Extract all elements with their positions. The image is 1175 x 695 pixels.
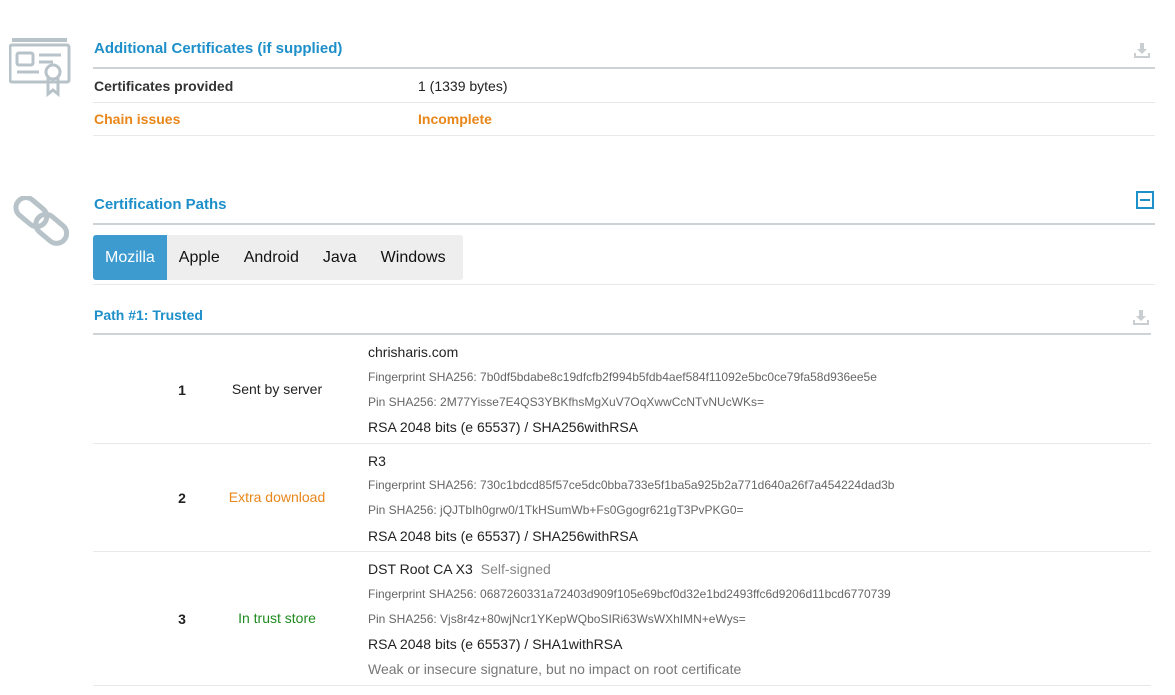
cert-status: Extra download bbox=[228, 489, 326, 505]
collapse-icon[interactable] bbox=[1136, 191, 1154, 209]
cert-status: Sent by server bbox=[231, 381, 323, 397]
chain-issues-label: Chain issues bbox=[94, 111, 181, 127]
path-title: Path #1: Trusted bbox=[94, 307, 203, 323]
cert-pin: Pin SHA256: jQJTbIh0grw0/1TkHSumWb+Fs0Gg… bbox=[368, 503, 744, 517]
cert-subject-line: DST Root CA X3 Self-signed bbox=[368, 561, 551, 577]
cert-fingerprint: Fingerprint SHA256: 7b0df5bdabe8c19dfcfb… bbox=[368, 370, 877, 384]
cert-key-info: RSA 2048 bits (e 65537) / SHA1withRSA bbox=[368, 636, 623, 652]
tabs-divider bbox=[93, 284, 1155, 285]
cert-subject: DST Root CA X3 bbox=[368, 561, 473, 577]
certificates-provided-value: 1 (1339 bytes) bbox=[418, 78, 508, 94]
certificates-provided-label: Certificates provided bbox=[94, 78, 234, 94]
chain-link-icon bbox=[13, 196, 70, 246]
chain-issues-value: Incomplete bbox=[418, 111, 492, 127]
tab-windows[interactable]: Windows bbox=[369, 235, 458, 280]
section-title-additional-certificates: Additional Certificates (if supplied) bbox=[94, 40, 343, 57]
cert-number: 3 bbox=[178, 611, 186, 627]
self-signed-badge: Self-signed bbox=[480, 561, 551, 577]
row-divider bbox=[93, 443, 1151, 444]
tab-mozilla[interactable]: Mozilla bbox=[93, 235, 167, 280]
cert-number: 2 bbox=[178, 490, 186, 506]
cert-key-info: RSA 2048 bits (e 65537) / SHA256withRSA bbox=[368, 419, 639, 435]
cert-fingerprint: Fingerprint SHA256: 0687260331a72403d909… bbox=[368, 587, 891, 601]
tab-java[interactable]: Java bbox=[311, 235, 369, 280]
path-divider bbox=[93, 333, 1151, 335]
tab-android[interactable]: Android bbox=[232, 235, 311, 280]
cert-pin: Pin SHA256: Vjs8r4z+80wjNcr1YKepWQboSIRi… bbox=[368, 612, 746, 626]
cert-signature-note: Weak or insecure signature, but no impac… bbox=[368, 661, 742, 677]
cert-key-info: RSA 2048 bits (e 65537) / SHA256withRSA bbox=[368, 528, 639, 544]
cert-pin: Pin SHA256: 2M77Yisse7E4QS3YBKfhsMgXuV7O… bbox=[368, 395, 765, 409]
row-divider bbox=[93, 135, 1155, 136]
section-divider bbox=[93, 67, 1155, 69]
row-divider bbox=[93, 551, 1151, 552]
section-divider bbox=[93, 223, 1155, 225]
cert-status: In trust store bbox=[238, 610, 316, 626]
certificate-icon bbox=[9, 38, 71, 98]
trust-store-tabs: Mozilla Apple Android Java Windows bbox=[93, 235, 463, 280]
row-divider bbox=[93, 685, 1151, 686]
cert-subject: chrisharis.com bbox=[368, 344, 459, 360]
cert-number: 1 bbox=[178, 382, 186, 398]
download-icon[interactable] bbox=[1133, 309, 1149, 325]
cert-subject: R3 bbox=[368, 453, 386, 469]
tab-apple[interactable]: Apple bbox=[167, 235, 232, 280]
cert-fingerprint: Fingerprint SHA256: 730c1bdcd85f57ce5dc0… bbox=[368, 478, 895, 492]
section-title-certification-paths: Certification Paths bbox=[94, 196, 227, 213]
row-divider bbox=[93, 102, 1155, 103]
download-icon[interactable] bbox=[1134, 42, 1150, 58]
